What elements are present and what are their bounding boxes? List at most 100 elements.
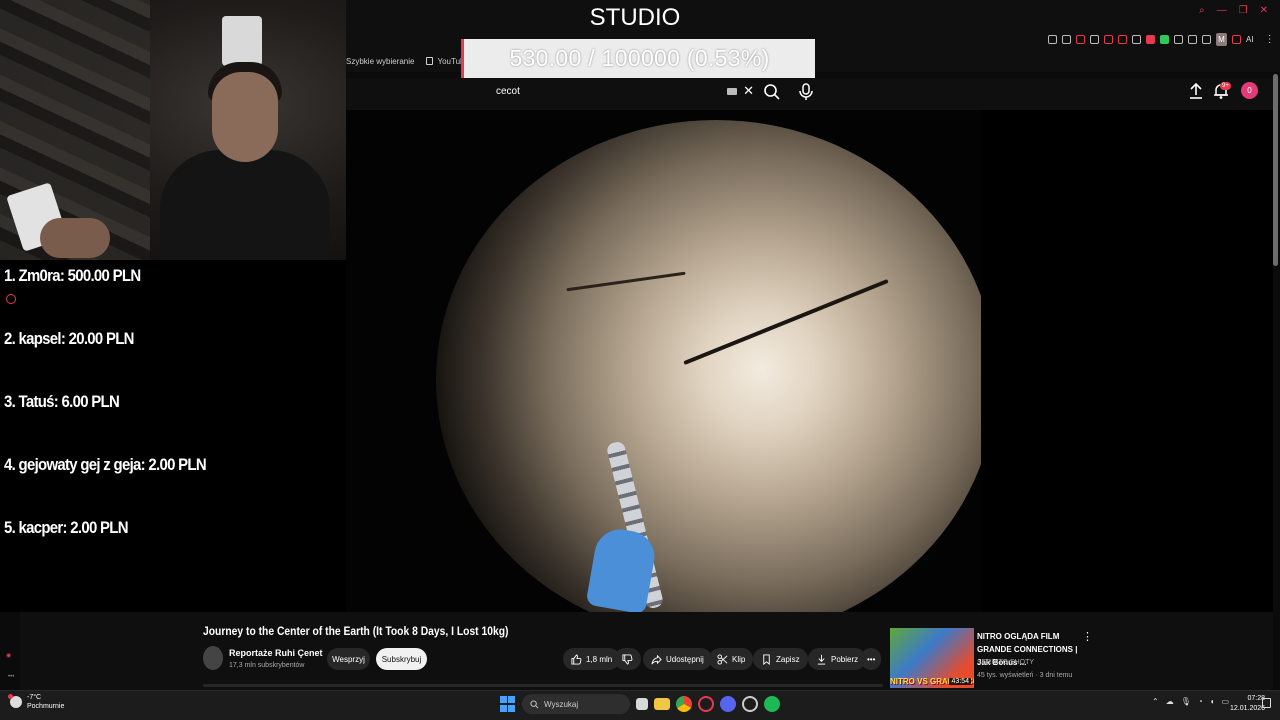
- extension-icon[interactable]: [1062, 35, 1071, 44]
- weather-widget[interactable]: -7°C Pochmurnie: [8, 693, 65, 711]
- opera-icon[interactable]: [698, 696, 714, 712]
- webcam-feed: [0, 0, 346, 260]
- extension-icon[interactable]: [1146, 35, 1155, 44]
- donation-item: 2. kapsel: 20.00 PLN: [4, 329, 134, 348]
- maximize-icon[interactable]: ❐: [1239, 5, 1248, 16]
- secondary-column: [981, 110, 1273, 612]
- extension-icon[interactable]: [1232, 35, 1241, 44]
- app-icon[interactable]: [742, 696, 758, 712]
- donation-icon: [6, 294, 16, 304]
- cloud-icon: [8, 694, 22, 708]
- avatar[interactable]: 0: [1241, 82, 1258, 99]
- download-icon[interactable]: [1202, 35, 1211, 44]
- extension-icon[interactable]: [1160, 35, 1169, 44]
- task-view-icon[interactable]: [636, 698, 648, 710]
- system-tray: ⌃ ☁ 🎙 ◔ ◖ ▭: [1152, 697, 1229, 706]
- stream-title: STUDIO: [589, 4, 681, 31]
- folder-icon[interactable]: [654, 698, 670, 710]
- battery-icon[interactable]: ▭: [1222, 697, 1230, 706]
- volume-icon[interactable]: ◖: [1210, 697, 1215, 706]
- overlay-icon: ◉: [6, 653, 12, 659]
- recommendation-meta: 45 tys. wyświetleń · 3 dni temu: [977, 672, 1073, 679]
- video-duration: 43:54: [949, 678, 971, 685]
- cloud-icon[interactable]: ☁: [1166, 697, 1174, 706]
- clock[interactable]: 07:28 12.01.2026: [1230, 694, 1265, 714]
- chevron-up-icon[interactable]: ⌃: [1152, 697, 1159, 706]
- search-button[interactable]: [762, 82, 782, 102]
- search-input[interactable]: cecot ✕: [488, 80, 758, 102]
- bookmark-icon: [763, 653, 770, 665]
- like-button[interactable]: 1,8 mln: [563, 648, 621, 670]
- top-donations-list: 1. Zm0ra: 500.00 PLN 2. kapsel: 20.00 PL…: [4, 264, 234, 579]
- more-icon: •••: [867, 654, 876, 664]
- search-icon: [530, 699, 539, 708]
- minimize-icon[interactable]: —: [1217, 5, 1227, 16]
- video-title: Journey to the Center of the Earth (It T…: [203, 624, 509, 638]
- download-button[interactable]: Pobierz: [808, 648, 867, 670]
- bookmark-icon[interactable]: [1048, 35, 1057, 44]
- download-icon: [817, 654, 826, 665]
- notification-badge: 9+: [1220, 82, 1231, 90]
- bookmark-speed-dial[interactable]: Szybkie wybieranie: [346, 57, 414, 66]
- wifi-icon[interactable]: ◔: [1198, 697, 1203, 706]
- play-icon[interactable]: [1090, 35, 1099, 44]
- subscribe-button[interactable]: Subskrybuj: [376, 648, 427, 670]
- close-icon[interactable]: ✕: [1260, 5, 1268, 16]
- overlay-dots: •••: [8, 674, 15, 680]
- thumbs-down-icon: [622, 653, 633, 665]
- donation-goal-text: 530.00 / 100000 (0.53%): [509, 45, 770, 71]
- spotify-icon[interactable]: [764, 696, 780, 712]
- description-box[interactable]: [203, 684, 883, 687]
- screen: STUDIO Szybkie wybieranie YouTube ⌕ — ❐ …: [0, 0, 1280, 720]
- video-frame: [436, 120, 981, 612]
- dislike-button[interactable]: [614, 648, 641, 670]
- scissors-icon: [717, 653, 728, 665]
- keyboard-icon[interactable]: [727, 87, 738, 95]
- clear-icon[interactable]: ✕: [743, 83, 754, 99]
- windows-start-icon[interactable]: [500, 696, 516, 712]
- donation-item: 1. Zm0ra: 500.00 PLN: [4, 266, 141, 285]
- menu-icon[interactable]: ⋮: [1265, 34, 1275, 45]
- channel-subscribers: 17,3 mln subskrybentów: [229, 662, 305, 669]
- temperature: -7°C: [27, 694, 42, 701]
- share-button[interactable]: Udostępnij: [643, 648, 712, 670]
- more-actions-button[interactable]: •••: [861, 648, 882, 670]
- extension-icon[interactable]: [1174, 35, 1183, 44]
- microphone-icon[interactable]: [796, 82, 816, 102]
- recommendation-thumbnail[interactable]: NITRO VS GRANDE CONNECTIONS 43:54: [890, 628, 974, 688]
- thumbs-up-icon: [571, 653, 582, 665]
- taskbar-search[interactable]: Wyszukaj: [522, 694, 630, 714]
- microphone-icon[interactable]: 🎙: [1181, 697, 1191, 706]
- channel-avatar[interactable]: [203, 646, 223, 670]
- discord-icon[interactable]: [720, 696, 736, 712]
- extension-icon[interactable]: [1132, 35, 1141, 44]
- extension-icon[interactable]: [1076, 35, 1085, 44]
- donation-item: 4. gejowaty gej z geja: 2.00 PLN: [4, 455, 207, 474]
- donation-goal-bar: 530.00 / 100000 (0.53%): [461, 39, 815, 78]
- puzzle-icon[interactable]: [1188, 35, 1197, 44]
- weather-description: Pochmurnie: [27, 703, 65, 710]
- scrollbar[interactable]: [1273, 74, 1278, 266]
- extension-icon[interactable]: [1118, 35, 1127, 44]
- save-button[interactable]: Zapisz: [753, 648, 808, 670]
- window-controls: ⌕ — ❐ ✕: [1199, 5, 1268, 16]
- page-icon: [426, 57, 434, 65]
- search-icon[interactable]: ⌕: [1199, 5, 1205, 16]
- notification-icon[interactable]: [1262, 698, 1271, 708]
- upload-icon[interactable]: [1188, 82, 1204, 100]
- donation-item: 3. Tatuś: 6.00 PLN: [4, 392, 120, 411]
- donation-item: 5. kacper: 2.00 PLN: [4, 518, 129, 537]
- video-player[interactable]: [346, 110, 981, 612]
- share-icon: [651, 654, 662, 664]
- profile-icon[interactable]: M: [1216, 33, 1227, 46]
- recommendation-channel[interactable]: SERHITO SHOTY: [977, 659, 1034, 666]
- heart-icon[interactable]: [1104, 35, 1113, 44]
- extensions-bar: M AI ⋮: [1048, 33, 1275, 46]
- support-button[interactable]: Wesprzyj: [327, 648, 370, 670]
- taskbar-apps: Wyszukaj: [500, 694, 780, 714]
- more-options-icon[interactable]: ⋮: [1082, 630, 1093, 643]
- ai-button[interactable]: AI: [1246, 35, 1254, 44]
- clip-button[interactable]: Klip: [709, 648, 754, 670]
- chrome-icon[interactable]: [676, 696, 692, 712]
- channel-name[interactable]: Reportaże Ruhi Çenet: [229, 648, 323, 658]
